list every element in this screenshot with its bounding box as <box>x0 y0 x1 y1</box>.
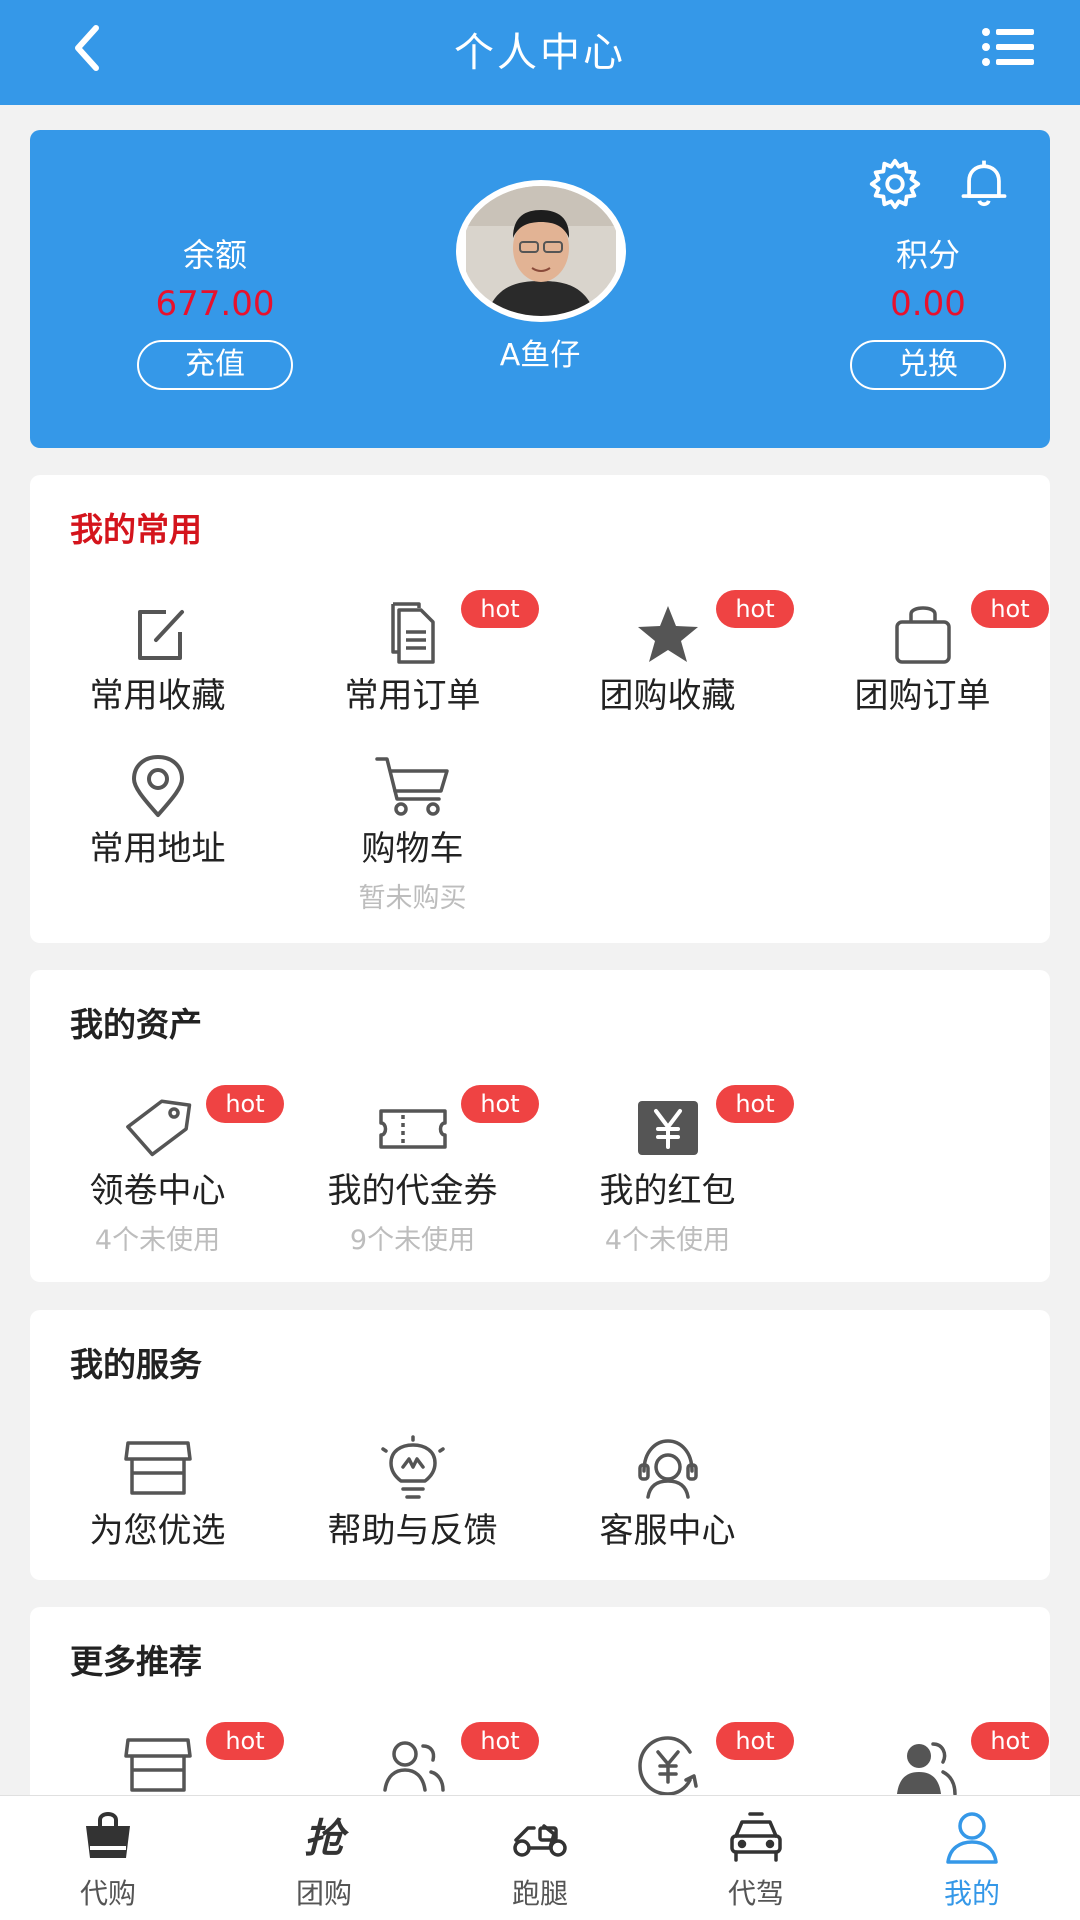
grab-glyph: 抢 <box>304 1816 350 1862</box>
item-label: 我的代金券 <box>327 1171 498 1211</box>
item-label: 帮助与反馈 <box>327 1511 498 1551</box>
item-label: 客服中心 <box>599 1511 736 1551</box>
common-section: 我的常用 常用收藏 hot 常用订单 hot 团购收藏 hot 团购订单 常用地… <box>30 475 1050 943</box>
bottom-tab-bar: 代购 抢 团购 跑腿 代驾 我的 <box>0 1795 1080 1920</box>
tab-label: 我的 <box>943 1877 1000 1910</box>
common-orders[interactable]: hot 常用订单 <box>285 590 540 717</box>
recommended-for-you[interactable]: 为您优选 <box>30 1435 285 1552</box>
grab-icon: 抢 <box>304 1816 350 1862</box>
item-sub: 4个未使用 <box>94 1225 221 1256</box>
list-icon[interactable] <box>978 22 1038 72</box>
more-item[interactable]: hot <box>30 1722 285 1798</box>
document-icon <box>390 602 435 664</box>
group-favorites[interactable]: hot 团购收藏 <box>540 590 795 717</box>
tab-mine[interactable]: 我的 <box>864 1806 1080 1912</box>
bag-icon <box>894 606 951 664</box>
hot-badge: hot <box>461 590 539 628</box>
user-icon <box>946 1812 998 1864</box>
balance-value: 677.00 <box>155 284 275 324</box>
item-label: 团购收藏 <box>599 676 736 716</box>
hot-badge: hot <box>971 1722 1049 1760</box>
item-label: 为您优选 <box>89 1511 226 1551</box>
points-label: 积分 <box>895 236 960 274</box>
gear-icon[interactable] <box>866 155 924 213</box>
item-label: 常用地址 <box>89 829 226 869</box>
avatar[interactable] <box>456 180 626 322</box>
item-sub: 4个未使用 <box>604 1225 731 1256</box>
headset-icon <box>637 1439 698 1499</box>
balance-label: 余额 <box>182 236 247 274</box>
basket-icon <box>86 1812 130 1858</box>
customer-service[interactable]: 客服中心 <box>540 1435 795 1552</box>
item-label: 购物车 <box>361 829 464 869</box>
scooter-icon <box>513 1824 567 1857</box>
hot-badge: hot <box>461 1085 539 1123</box>
hot-badge: hot <box>206 1085 284 1123</box>
tab-daigou[interactable]: 代购 <box>0 1806 216 1912</box>
item-sub: 9个未使用 <box>349 1225 476 1256</box>
edit-icon <box>137 610 184 660</box>
tab-tuangou[interactable]: 抢 团购 <box>216 1806 432 1912</box>
tab-paotui[interactable]: 跑腿 <box>432 1806 648 1912</box>
hot-badge: hot <box>461 1722 539 1760</box>
exchange-button[interactable]: 兑换 <box>850 340 1006 390</box>
item-label: 常用订单 <box>344 676 481 716</box>
item-label: 团购订单 <box>854 676 991 716</box>
shopping-cart[interactable]: 购物车 暂未购买 <box>285 753 540 915</box>
points-block: 积分 0.00 兑换 <box>778 230 1078 390</box>
tab-daijia[interactable]: 代驾 <box>648 1806 864 1912</box>
star-icon <box>637 606 698 662</box>
item-label: 我的红包 <box>599 1171 736 1211</box>
store-icon <box>123 1441 192 1495</box>
assets-section: 我的资产 hot 领卷中心 4个未使用 hot 我的代金券 9个未使用 hot <box>30 970 1050 1282</box>
tab-label: 跑腿 <box>511 1877 568 1910</box>
bulb-icon <box>380 1435 445 1499</box>
coupon-center[interactable]: hot 领卷中心 4个未使用 <box>30 1085 285 1257</box>
users-solid-icon <box>896 1742 957 1796</box>
tab-label: 代驾 <box>727 1877 784 1910</box>
more-item[interactable]: hot <box>540 1722 795 1798</box>
group-orders[interactable]: hot 团购订单 <box>795 590 1050 717</box>
bell-icon[interactable] <box>956 155 1012 211</box>
item-sub: 暂未购买 <box>358 883 467 914</box>
common-address[interactable]: 常用地址 <box>30 753 285 870</box>
hot-badge: hot <box>716 1085 794 1123</box>
section-title: 更多推荐 <box>70 1642 202 1681</box>
yen-icon <box>637 1101 698 1155</box>
common-favorites[interactable]: 常用收藏 <box>30 600 285 717</box>
avatar-photo <box>466 186 616 316</box>
tag-icon <box>125 1099 191 1157</box>
section-title: 我的服务 <box>70 1345 202 1384</box>
profile-card: 余额 677.00 充值 A鱼仔 积分 0.00 兑换 <box>30 130 1050 448</box>
top-bar: 个人中心 <box>0 0 1080 105</box>
yen-exchange-icon <box>637 1736 698 1796</box>
hot-badge: hot <box>206 1722 284 1760</box>
section-title: 我的常用 <box>70 510 202 549</box>
page-title: 个人中心 <box>454 30 626 76</box>
store-icon <box>123 1738 192 1792</box>
ticket-icon <box>378 1109 447 1149</box>
more-item[interactable]: hot <box>795 1722 1050 1798</box>
more-item[interactable]: hot <box>285 1722 540 1798</box>
car-icon <box>730 1812 782 1862</box>
section-title: 我的资产 <box>70 1005 202 1044</box>
hot-badge: hot <box>716 590 794 628</box>
location-icon <box>131 755 184 817</box>
my-vouchers[interactable]: hot 我的代金券 9个未使用 <box>285 1085 540 1257</box>
help-feedback[interactable]: 帮助与反馈 <box>285 1435 540 1552</box>
users-icon <box>382 1741 445 1792</box>
cart-icon <box>374 757 449 816</box>
item-label: 领卷中心 <box>89 1171 226 1211</box>
my-red-packet[interactable]: hot 我的红包 4个未使用 <box>540 1085 795 1257</box>
tab-label: 代购 <box>79 1877 136 1910</box>
hot-badge: hot <box>971 590 1049 628</box>
services-section: 我的服务 为您优选 帮助与反馈 客服中心 <box>30 1310 1050 1580</box>
tab-label: 团购 <box>295 1877 352 1910</box>
points-value: 0.00 <box>890 284 966 324</box>
hot-badge: hot <box>716 1722 794 1760</box>
item-label: 常用收藏 <box>89 676 226 716</box>
